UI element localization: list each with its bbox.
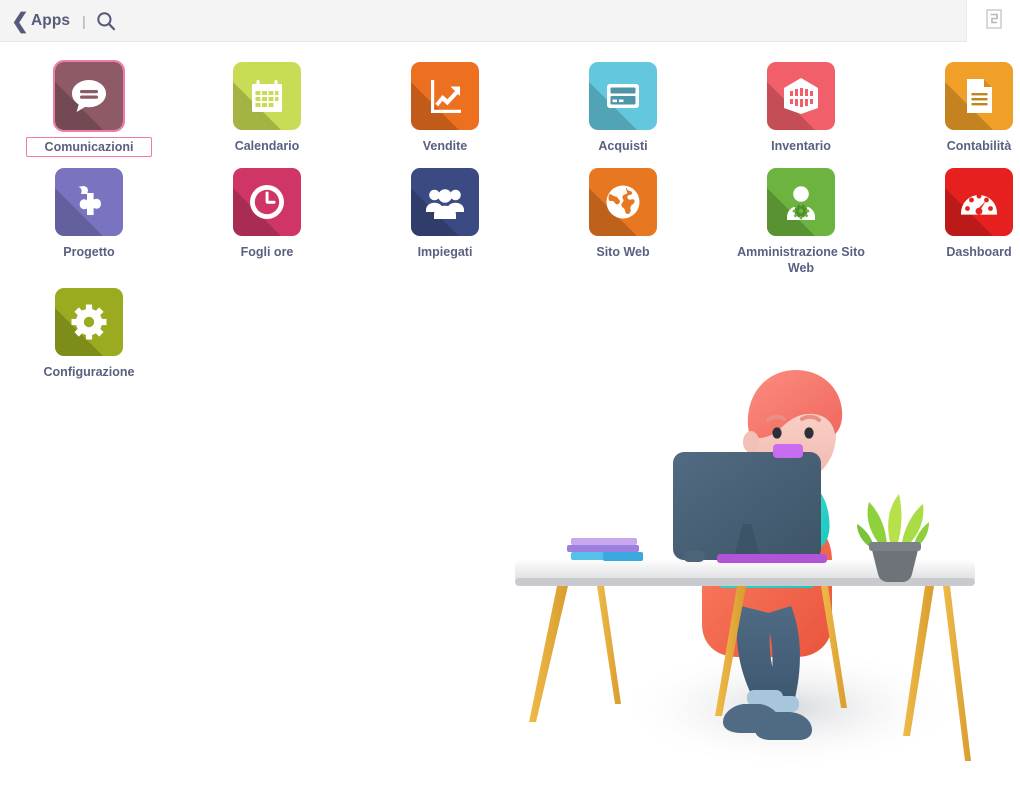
app-label: Inventario <box>771 139 831 153</box>
app-label: Fogli ore <box>240 245 294 259</box>
app-label: Calendario <box>234 139 300 153</box>
books <box>567 538 643 561</box>
app-label: Dashboard <box>946 245 1012 259</box>
person-ear <box>743 431 759 453</box>
app-item-comunicazioni[interactable]: Comunicazioni <box>0 59 178 165</box>
document-icon[interactable] <box>985 8 1002 34</box>
chair <box>702 518 832 657</box>
app-label: Impiegati <box>417 245 473 259</box>
person-leg-left <box>737 606 779 698</box>
app-label: Amministrazione Sito Web <box>737 245 865 275</box>
mouse <box>683 550 705 562</box>
chevron-left-icon[interactable]: ❮ <box>11 10 29 32</box>
person-shoe-right <box>755 712 812 740</box>
person-collar <box>768 463 800 480</box>
app-label: Acquisti <box>598 139 648 153</box>
desk-leg-4 <box>821 586 847 708</box>
gear-icon[interactable] <box>55 288 123 356</box>
people-icon[interactable] <box>411 168 479 236</box>
clock-icon[interactable] <box>233 168 301 236</box>
document-icon[interactable] <box>945 62 1013 130</box>
app-item-acquisti[interactable]: Acquisti <box>534 59 712 165</box>
person-at-desk-illustration <box>505 360 1005 788</box>
app-item-impiegati[interactable]: Impiegati <box>356 165 534 285</box>
person-face <box>766 414 821 466</box>
desk-leg-5 <box>903 586 934 736</box>
apps-grid: Comunicazioni Calendario Vendite Acquist… <box>0 42 1020 389</box>
app-label: Contabilità <box>946 139 1012 153</box>
desk-leg-3 <box>715 586 746 716</box>
app-item-fogli-ore[interactable]: Fogli ore <box>178 165 356 285</box>
keyboard <box>717 554 827 563</box>
person-arm-left <box>717 478 749 524</box>
top-bar: ❮ Apps | <box>0 0 1020 42</box>
app-item-sito-web[interactable]: Sito Web <box>534 165 712 285</box>
desk-leg-1 <box>529 586 568 722</box>
top-bar-left-group: ❮ Apps | <box>11 0 116 42</box>
search-icon[interactable] <box>96 11 116 31</box>
person-torso <box>721 470 813 588</box>
desk <box>515 560 975 761</box>
apps-back-link[interactable]: Apps <box>31 12 70 30</box>
person-arm-right <box>801 478 830 548</box>
app-item-dashboard[interactable]: Dashboard <box>890 165 1020 285</box>
app-item-progetto[interactable]: Progetto <box>0 165 178 285</box>
person-shoe-left <box>723 704 780 733</box>
app-item-configurazione[interactable]: Configurazione <box>0 285 178 389</box>
person-head <box>748 387 836 483</box>
credit-card-icon[interactable] <box>589 62 657 130</box>
person-sock-right <box>763 696 799 712</box>
app-label: Progetto <box>63 245 115 259</box>
chart-arrow-icon[interactable] <box>411 62 479 130</box>
app-label: Sito Web <box>596 245 650 259</box>
header-separator: | <box>82 13 86 29</box>
person-sock-left <box>747 690 783 706</box>
app-item-vendite[interactable]: Vendite <box>356 59 534 165</box>
desk-leg-6 <box>943 586 971 761</box>
speech-bubble-icon[interactable] <box>53 60 125 132</box>
person-leg-right <box>765 606 800 698</box>
mug <box>773 444 803 458</box>
globe-icon[interactable] <box>589 168 657 236</box>
floor-shadow <box>615 646 965 770</box>
monitor <box>673 452 821 563</box>
app-label: Comunicazioni <box>25 137 153 157</box>
plant <box>857 494 929 582</box>
top-right-panel[interactable] <box>966 0 1020 42</box>
user-gear-icon[interactable] <box>767 168 835 236</box>
app-item-inventario[interactable]: Inventario <box>712 59 890 165</box>
app-label: Vendite <box>422 139 468 153</box>
calendar-icon[interactable] <box>233 62 301 130</box>
warehouse-icon[interactable] <box>767 62 835 130</box>
app-item-amministrazione-sito-web[interactable]: Amministrazione Sito Web <box>712 165 890 285</box>
app-item-contabilita[interactable]: Contabilità <box>890 59 1020 165</box>
puzzle-piece-icon[interactable] <box>55 168 123 236</box>
app-item-calendario[interactable]: Calendario <box>178 59 356 165</box>
gauge-icon[interactable] <box>945 168 1013 236</box>
desk-leg-2 <box>597 586 621 704</box>
app-label: Configurazione <box>43 365 135 379</box>
